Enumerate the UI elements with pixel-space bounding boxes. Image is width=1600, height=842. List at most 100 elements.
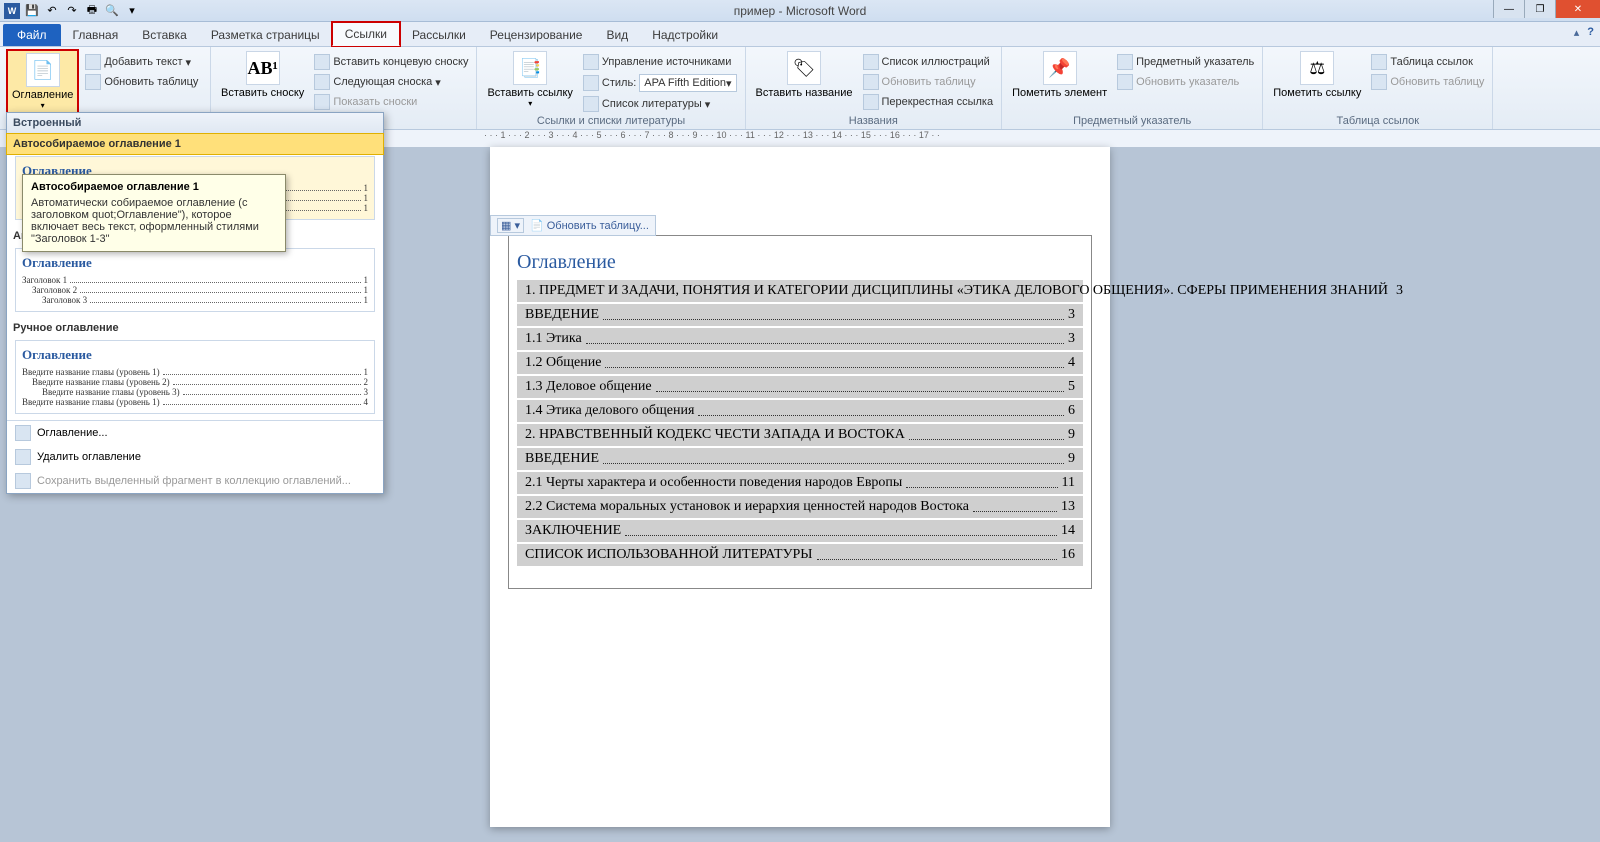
toc-entry[interactable]: СПИСОК ИСПОЛЬЗОВАННОЙ ЛИТЕРАТУРЫ16	[517, 544, 1083, 566]
mark-entry-button[interactable]: 📌 Пометить элемент	[1008, 49, 1111, 113]
toc-entry[interactable]: 1.1 Этика3	[517, 328, 1083, 350]
redo-icon[interactable]: ↷	[64, 3, 80, 19]
toc-button[interactable]: 📄 Оглавление ▾	[6, 49, 79, 114]
style-dropdown[interactable]: APA Fifth Edition ▾	[639, 74, 736, 92]
page: ▦ ▾ 📄 Обновить таблицу... Оглавление 1. …	[490, 147, 1110, 827]
tooltip-title: Автособираемое оглавление 1	[31, 181, 277, 193]
group-toa: ⚖ Пометить ссылку Таблица ссылок Обновит…	[1263, 47, 1493, 129]
mark-entry-icon: 📌	[1043, 51, 1077, 85]
group-label-captions: Названия	[752, 113, 996, 129]
tooltip-body: Автоматически собираемое оглавление (с з…	[31, 197, 277, 245]
update-toa-button: Обновить таблицу	[1369, 73, 1486, 91]
toc-entry[interactable]: 1.4 Этика делового общения6	[517, 400, 1083, 422]
add-text-button[interactable]: Добавить текст ▾	[83, 53, 200, 71]
endnote-icon	[314, 54, 330, 70]
tab-references[interactable]: Ссылки	[332, 22, 400, 46]
tab-addins[interactable]: Надстройки	[640, 24, 730, 46]
toc-entry[interactable]: ЗАКЛЮЧЕНИЕ14	[517, 520, 1083, 542]
figures-icon	[863, 54, 879, 70]
toc-entry[interactable]: 2. НРАВСТВЕННЫЙ КОДЕКС ЧЕСТИ ЗАПАДА И ВО…	[517, 424, 1083, 446]
group-index: 📌 Пометить элемент Предметный указатель …	[1002, 47, 1263, 129]
mark-citation-icon: ⚖	[1300, 51, 1334, 85]
cross-reference-button[interactable]: Перекрестная ссылка	[861, 93, 996, 111]
toc-gallery: Встроенный Автособираемое оглавление 1 О…	[6, 112, 384, 494]
group-label-citations: Ссылки и списки литературы	[483, 113, 738, 129]
gallery-item-manual[interactable]: Ручное оглавление	[7, 318, 383, 338]
update-index-button: Обновить указатель	[1115, 73, 1256, 91]
insert-caption-button[interactable]: 🏷 Вставить название	[752, 49, 857, 113]
add-text-icon	[85, 54, 101, 70]
toa-icon	[1371, 54, 1387, 70]
table-of-figures-button[interactable]: Список иллюстраций	[861, 53, 996, 71]
bibliography-button[interactable]: Список литературы ▾	[581, 95, 739, 113]
gallery-insert-toc[interactable]: Оглавление...	[7, 421, 383, 445]
window-buttons: — ❐ ✕	[1493, 0, 1600, 18]
tab-file[interactable]: Файл	[3, 24, 61, 46]
close-button[interactable]: ✕	[1555, 0, 1600, 18]
toc-entry[interactable]: ВВЕДЕНИЕ3	[517, 304, 1083, 326]
bibliography-icon	[583, 96, 599, 112]
gallery-item-auto1[interactable]: Автособираемое оглавление 1	[6, 133, 384, 155]
toc-entry[interactable]: 2.1 Черты характера и особенности поведе…	[517, 472, 1083, 494]
toc-entry[interactable]: 2.2 Система моральных установок и иерарх…	[517, 496, 1083, 518]
next-footnote-button[interactable]: Следующая сноска ▾	[312, 73, 470, 91]
gallery-header: Встроенный	[7, 113, 383, 134]
tab-view[interactable]: Вид	[594, 24, 640, 46]
insert-citation-button[interactable]: 📑 Вставить ссылку ▾	[483, 49, 576, 113]
citation-icon: 📑	[513, 51, 547, 85]
group-captions: 🏷 Вставить название Список иллюстраций О…	[746, 47, 1003, 129]
update-figures-button: Обновить таблицу	[861, 73, 996, 91]
gallery-preview-auto2[interactable]: Оглавление Заголовок 11Заголовок 21Загол…	[15, 248, 375, 312]
tab-layout[interactable]: Разметка страницы	[199, 24, 332, 46]
insert-endnote-button[interactable]: Вставить концевую сноску	[312, 53, 470, 71]
tab-insert[interactable]: Вставка	[130, 24, 199, 46]
tab-home[interactable]: Главная	[61, 24, 131, 46]
titlebar: W 💾 ↶ ↷ 🖶 🔍 ▾ пример - Microsoft Word — …	[0, 0, 1600, 22]
ribbon-tabs: Файл Главная Вставка Разметка страницы С…	[0, 22, 1600, 47]
quick-access-toolbar: W 💾 ↶ ↷ 🖶 🔍 ▾	[0, 3, 140, 19]
window-title: пример - Microsoft Word	[734, 4, 867, 18]
chevron-down-icon: ▾	[705, 98, 711, 111]
insert-toa-button[interactable]: Таблица ссылок	[1369, 53, 1486, 71]
ribbon-minimize-icon[interactable]: ▴	[1574, 26, 1580, 39]
gallery-preview-manual[interactable]: Оглавление Введите название главы (урове…	[15, 340, 375, 414]
preview-icon[interactable]: 🔍	[104, 3, 120, 19]
gallery-remove-toc[interactable]: Удалить оглавление	[7, 445, 383, 469]
undo-icon[interactable]: ↶	[44, 3, 60, 19]
update-icon	[1117, 74, 1133, 90]
update-table-button[interactable]: Обновить таблицу	[83, 73, 200, 91]
minimize-button[interactable]: —	[1493, 0, 1524, 18]
insert-footnote-button[interactable]: AB¹ Вставить сноску	[217, 49, 308, 113]
print-icon[interactable]: 🖶	[84, 3, 100, 19]
toc-field-menu-icon[interactable]: ▦ ▾	[497, 218, 524, 233]
toc-entry[interactable]: ВВЕДЕНИЕ9	[517, 448, 1083, 470]
style-icon	[583, 75, 599, 91]
index-icon	[1117, 54, 1133, 70]
toc-entry[interactable]: 1. ПРЕДМЕТ И ЗАДАЧИ, ПОНЯТИЯ И КАТЕГОРИИ…	[517, 280, 1083, 302]
manage-sources-button[interactable]: Управление источниками	[581, 53, 739, 71]
toc-entry[interactable]: 1.3 Деловое общение5	[517, 376, 1083, 398]
group-label-toa: Таблица ссылок	[1269, 113, 1486, 129]
show-footnotes-icon	[314, 94, 330, 110]
save-icon[interactable]: 💾	[24, 3, 40, 19]
remove-icon	[15, 449, 31, 465]
help-icon[interactable]: ?	[1587, 26, 1594, 39]
qat-more-icon[interactable]: ▾	[124, 3, 140, 19]
toc-entry[interactable]: 1.2 Общение4	[517, 352, 1083, 374]
tab-mailings[interactable]: Рассылки	[400, 24, 478, 46]
show-footnotes-button: Показать сноски	[312, 93, 470, 111]
citation-style-row[interactable]: Стиль: APA Fifth Edition ▾	[581, 73, 739, 93]
maximize-button[interactable]: ❐	[1524, 0, 1555, 18]
manage-sources-icon	[583, 54, 599, 70]
tab-review[interactable]: Рецензирование	[478, 24, 595, 46]
next-footnote-icon	[314, 74, 330, 90]
toc-field-update-button[interactable]: 📄 Обновить таблицу...	[530, 219, 649, 232]
gallery-save-selection: Сохранить выделенный фрагмент в коллекци…	[7, 469, 383, 493]
toc-icon: 📄	[26, 53, 60, 87]
insert-index-button[interactable]: Предметный указатель	[1115, 53, 1256, 71]
mark-citation-button[interactable]: ⚖ Пометить ссылку	[1269, 49, 1365, 113]
toc-field[interactable]: Оглавление 1. ПРЕДМЕТ И ЗАДАЧИ, ПОНЯТИЯ …	[508, 235, 1092, 589]
gallery-footer: Оглавление... Удалить оглавление Сохрани…	[7, 420, 383, 493]
chevron-down-icon: ▾	[186, 56, 192, 69]
toc-icon	[15, 425, 31, 441]
